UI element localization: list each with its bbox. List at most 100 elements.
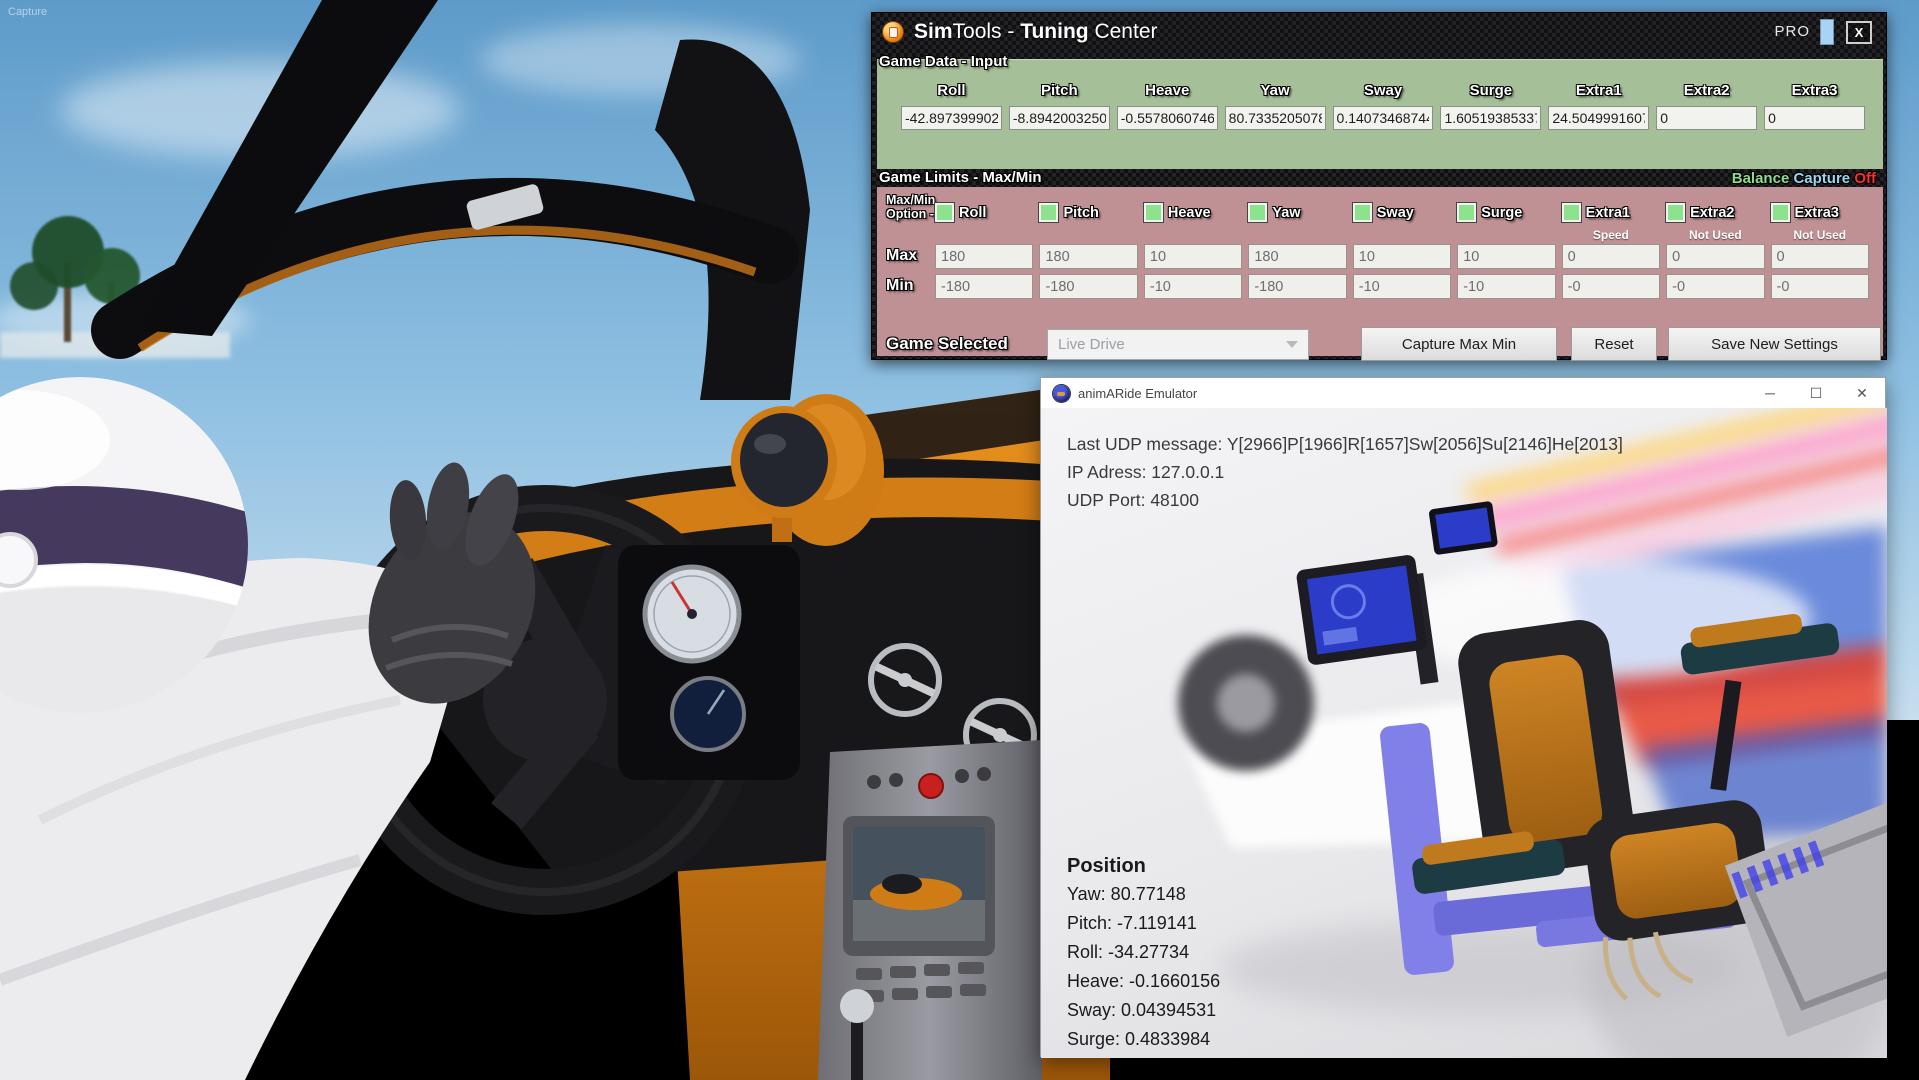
min-values-row xyxy=(935,274,1869,299)
sway-min-input[interactable] xyxy=(1353,274,1451,299)
heave-min-input[interactable] xyxy=(1144,274,1242,299)
roll-checkbox-label: Roll xyxy=(959,205,986,221)
roll-max-input[interactable] xyxy=(935,244,1033,269)
sway-checkbox[interactable] xyxy=(1353,203,1372,222)
simtools-app-icon xyxy=(882,21,904,43)
maxmin-option-label: Max/Min Option - xyxy=(886,193,935,221)
heave-input-value[interactable] xyxy=(1117,106,1218,130)
extra2-checkbox[interactable] xyxy=(1666,203,1685,222)
animaride-app-icon xyxy=(1053,385,1070,402)
surge-min-input[interactable] xyxy=(1457,274,1555,299)
extra3-checkbox-label: Extra3 xyxy=(1795,205,1839,221)
surge-input-value[interactable] xyxy=(1440,106,1541,130)
close-button[interactable]: X xyxy=(1846,21,1872,44)
reset-button[interactable]: Reset xyxy=(1571,327,1657,361)
close-window-button[interactable]: ✕ xyxy=(1839,378,1885,408)
screen: Capture SimTools - Tuning Center PRO X G… xyxy=(0,0,1919,1080)
max-row-label: Max xyxy=(886,247,917,265)
extra3-max-input[interactable] xyxy=(1771,244,1869,269)
extra1-min-input[interactable] xyxy=(1562,274,1660,299)
simtools-titlebar[interactable]: SimTools - Tuning Center PRO X xyxy=(872,13,1886,51)
column-header: Surge xyxy=(1440,82,1541,99)
position-surge: Surge: 0.4833984 xyxy=(1067,1025,1220,1054)
balance-capture-status: Balance Capture Off xyxy=(1732,170,1876,187)
column-header: Extra3 xyxy=(1764,82,1865,99)
simtools-window: SimTools - Tuning Center PRO X Game Data… xyxy=(871,12,1887,360)
yaw-checkbox[interactable] xyxy=(1248,203,1267,222)
game-data-section-label: Game Data - Input xyxy=(879,53,1007,70)
pitch-checkbox-label: Pitch xyxy=(1063,205,1098,221)
position-pitch: Pitch: -7.119141 xyxy=(1067,909,1220,938)
column-header: Yaw xyxy=(1225,82,1326,99)
pitch-checkbox[interactable] xyxy=(1039,203,1058,222)
extra3-checkbox[interactable] xyxy=(1771,203,1790,222)
position-block: Position Yaw: 80.77148 Pitch: -7.119141 … xyxy=(1067,852,1220,1054)
extra1-checkbox[interactable] xyxy=(1562,203,1581,222)
extra1-note: Speed xyxy=(1562,228,1660,242)
game-selected-label: Game Selected xyxy=(886,334,1008,354)
game-selected-value: Live Drive xyxy=(1058,336,1125,353)
pitch-input-value[interactable] xyxy=(1009,106,1110,130)
sway-input-value[interactable] xyxy=(1333,106,1434,130)
column-header: Heave xyxy=(1117,82,1218,99)
min-row-label: Min xyxy=(886,277,914,295)
yaw-max-input[interactable] xyxy=(1248,244,1346,269)
surge-checkbox[interactable] xyxy=(1457,203,1476,222)
game-selected-dropdown[interactable]: Live Drive xyxy=(1047,329,1309,360)
extra2-checkbox-label: Extra2 xyxy=(1690,205,1734,221)
roll-checkbox[interactable] xyxy=(935,203,954,222)
extra1-input-value[interactable] xyxy=(1548,106,1649,130)
game-limits-panel: Max/Min Option - Roll Pitch Heave Yaw Sw… xyxy=(877,187,1883,356)
capture-max-min-button[interactable]: Capture Max Min xyxy=(1361,327,1557,361)
udp-info-block: Last UDP message: Y[2966]P[1966]R[1657]S… xyxy=(1067,430,1623,514)
animaride-titlebar[interactable]: animARide Emulator ─ ☐ ✕ xyxy=(1041,378,1885,408)
animaride-body: Last UDP message: Y[2966]P[1966]R[1657]S… xyxy=(1041,408,1887,1058)
udp-port-line: UDP Port: 48100 xyxy=(1067,486,1623,514)
heave-checkbox-label: Heave xyxy=(1168,205,1211,221)
column-header: Roll xyxy=(901,82,1002,99)
extra1-max-input[interactable] xyxy=(1562,244,1660,269)
heave-max-input[interactable] xyxy=(1144,244,1242,269)
roll-input-value[interactable] xyxy=(901,106,1002,130)
position-heading: Position xyxy=(1067,852,1220,880)
capture-watermark: Capture xyxy=(8,6,47,18)
pitch-min-input[interactable] xyxy=(1039,274,1137,299)
extra2-input-value[interactable] xyxy=(1656,106,1757,130)
column-header: Pitch xyxy=(1009,82,1110,99)
extra2-note: Not Used xyxy=(1666,228,1764,242)
udp-message-line: Last UDP message: Y[2966]P[1966]R[1657]S… xyxy=(1067,430,1623,458)
position-sway: Sway: 0.04394531 xyxy=(1067,996,1220,1025)
sway-max-input[interactable] xyxy=(1353,244,1451,269)
position-heave: Heave: -0.1660156 xyxy=(1067,967,1220,996)
yaw-input-value[interactable] xyxy=(1225,106,1326,130)
surge-max-input[interactable] xyxy=(1457,244,1555,269)
extra3-input-value[interactable] xyxy=(1764,106,1865,130)
balance-label: Balance xyxy=(1732,170,1790,187)
chevron-down-icon xyxy=(1286,341,1298,348)
axis-checkbox-row: Roll Pitch Heave Yaw Sway Surge Extra1 E… xyxy=(935,203,1869,222)
pitch-max-input[interactable] xyxy=(1039,244,1137,269)
minimize-button[interactable]: ─ xyxy=(1747,378,1793,408)
axis-note-row: Speed Not Used Not Used xyxy=(935,228,1869,242)
yaw-min-input[interactable] xyxy=(1248,274,1346,299)
roll-min-input[interactable] xyxy=(935,274,1033,299)
position-yaw: Yaw: 80.77148 xyxy=(1067,880,1220,909)
extra3-note: Not Used xyxy=(1771,228,1869,242)
save-new-settings-button[interactable]: Save New Settings xyxy=(1668,327,1881,361)
surge-checkbox-label: Surge xyxy=(1481,205,1522,221)
maximize-button[interactable]: ☐ xyxy=(1793,378,1839,408)
column-header: Extra2 xyxy=(1656,82,1757,99)
extra3-min-input[interactable] xyxy=(1771,274,1869,299)
pro-label: PRO xyxy=(1774,23,1810,40)
extra1-checkbox-label: Extra1 xyxy=(1586,205,1630,221)
game-data-values xyxy=(901,106,1865,130)
extra2-min-input[interactable] xyxy=(1666,274,1764,299)
sway-checkbox-label: Sway xyxy=(1377,205,1414,221)
pro-indicator xyxy=(1820,19,1834,45)
column-header: Sway xyxy=(1333,82,1434,99)
animaride-window-title: animARide Emulator xyxy=(1078,386,1197,401)
capture-label: Capture xyxy=(1793,170,1850,187)
heave-checkbox[interactable] xyxy=(1144,203,1163,222)
game-data-panel: Roll Pitch Heave Yaw Sway Surge Extra1 E… xyxy=(877,59,1883,169)
extra2-max-input[interactable] xyxy=(1666,244,1764,269)
